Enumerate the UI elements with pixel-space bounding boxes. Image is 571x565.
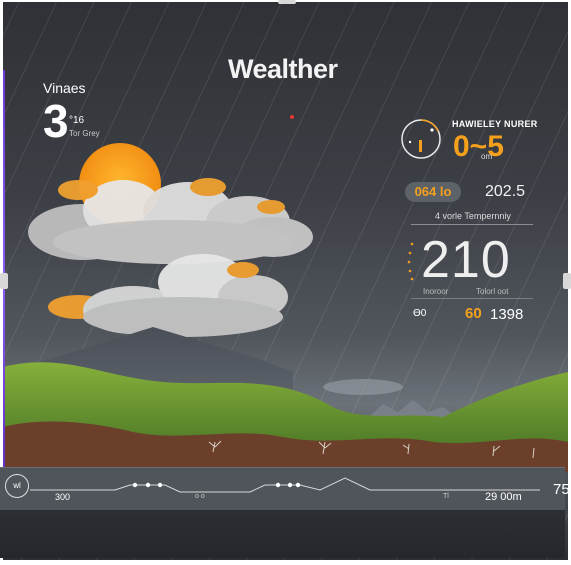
app-title: Wealther xyxy=(228,54,338,84)
resize-handle-top[interactable] xyxy=(278,0,296,4)
timeline-marker xyxy=(157,482,163,488)
condition-label: Tor Grey xyxy=(69,129,100,138)
current-temp: 3 xyxy=(43,95,69,147)
timeline-end-value: 29 00m xyxy=(485,491,522,503)
timeline-late-label: Tl xyxy=(443,493,449,500)
cloud-lower xyxy=(48,254,288,337)
timeline-mid-label: o o xyxy=(195,493,205,500)
mist xyxy=(323,379,403,395)
resize-handle-left[interactable] xyxy=(0,273,8,289)
location-name[interactable]: Vinaes xyxy=(43,80,86,96)
status-dot xyxy=(290,115,294,119)
timeline-start-label: 300 xyxy=(55,492,71,502)
bottom-panel xyxy=(0,510,565,558)
cloud-upper xyxy=(28,178,313,264)
timeline-marker xyxy=(145,482,151,488)
timeline-marker xyxy=(295,482,301,488)
timeline-graph[interactable] xyxy=(0,468,565,508)
landscape-illustration xyxy=(3,143,568,472)
timeline-marker xyxy=(287,482,293,488)
timeline-marker xyxy=(275,482,281,488)
resize-handle-right[interactable] xyxy=(563,273,571,289)
timeline-edge-value: 75 xyxy=(553,481,570,498)
timeline-marker xyxy=(132,482,138,488)
feels-like-value: °16 xyxy=(69,115,85,126)
humidity-label: HAWIELEY NURER xyxy=(452,119,538,129)
